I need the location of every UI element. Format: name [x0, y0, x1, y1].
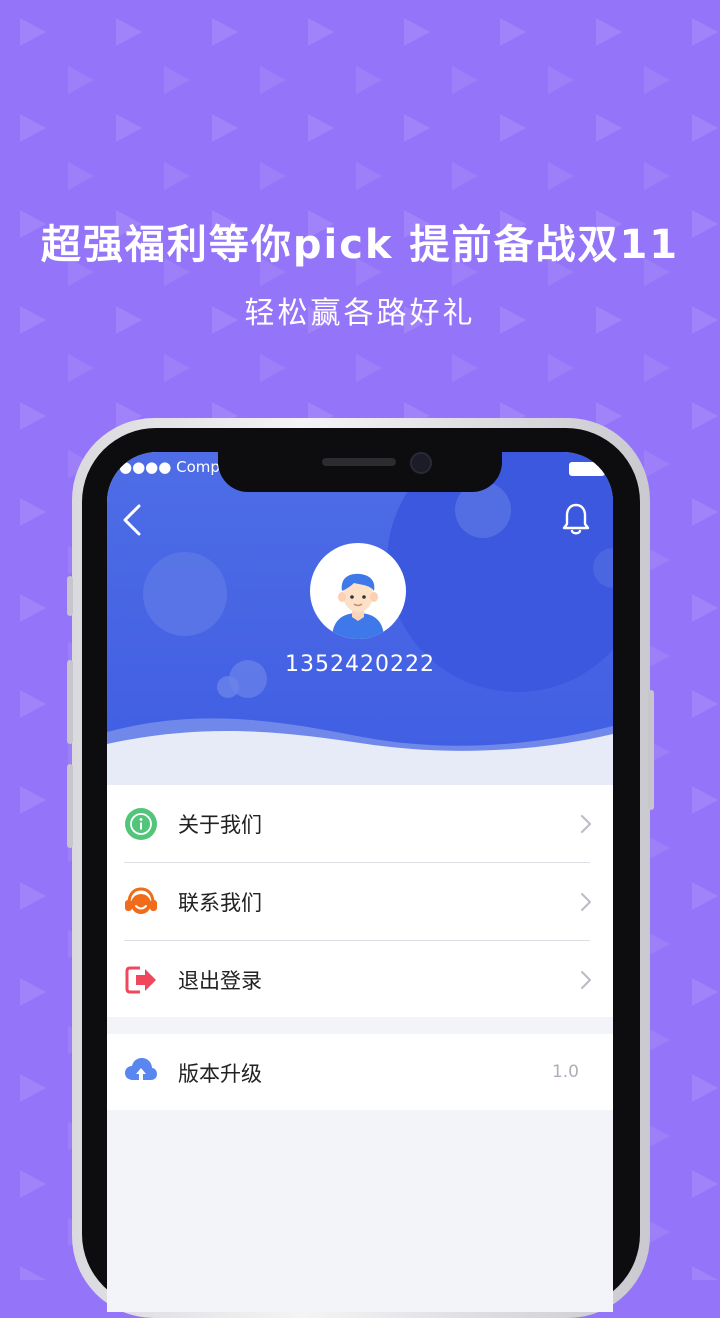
volume-down-button: [67, 764, 73, 848]
mute-switch: [67, 576, 73, 616]
front-camera: [410, 452, 432, 474]
user-phone-number: 1352420222: [285, 652, 435, 677]
menu-item-about-us[interactable]: 关于我们: [107, 785, 613, 862]
battery-icon: [569, 462, 605, 476]
phone-notch: [218, 440, 502, 492]
chevron-left-icon[interactable]: [121, 502, 145, 538]
version-upgrade-row: 版本升级 1.0: [107, 1034, 613, 1111]
wave-decoration: [107, 718, 613, 792]
menu-item-version-upgrade[interactable]: 版本升级 1.0: [107, 1034, 613, 1110]
app-screen: ●●●● Compar 1352420222 关于我们 联系我们 退出登录 版本…: [107, 452, 613, 1312]
menu-item-label: 退出登录: [178, 969, 262, 993]
avatar[interactable]: [310, 543, 406, 639]
version-value: 1.0: [551, 1062, 579, 1082]
menu-item-label: 版本升级: [178, 1062, 262, 1086]
promo-subtitle: 轻松赢各路好礼: [244, 296, 476, 331]
chevron-right-icon: [581, 971, 591, 989]
info-icon: [125, 808, 157, 840]
power-button: [648, 690, 654, 810]
menu-item-contact-us[interactable]: 联系我们: [107, 863, 613, 940]
promo-title: 超强福利等你pick 提前备战双11: [40, 222, 680, 268]
chevron-right-icon: [581, 893, 591, 911]
menu-item-label: 联系我们: [178, 891, 262, 915]
chevron-right-icon: [581, 815, 591, 833]
headset-icon: [125, 887, 157, 914]
speaker-grille: [322, 458, 396, 466]
menu-card: 关于我们 联系我们 退出登录: [107, 785, 613, 1017]
menu-item-logout[interactable]: 退出登录: [107, 941, 613, 1018]
cloud-upload-icon: [125, 1058, 157, 1080]
logout-icon: [125, 966, 156, 994]
volume-up-button: [67, 660, 73, 744]
profile-header: ●●●● Compar 1352420222: [107, 452, 613, 792]
decor-circle: [217, 676, 239, 698]
decor-circle: [143, 552, 227, 636]
user-avatar-icon: [332, 573, 384, 639]
menu-item-label: 关于我们: [178, 813, 262, 837]
bell-icon[interactable]: [561, 502, 591, 536]
